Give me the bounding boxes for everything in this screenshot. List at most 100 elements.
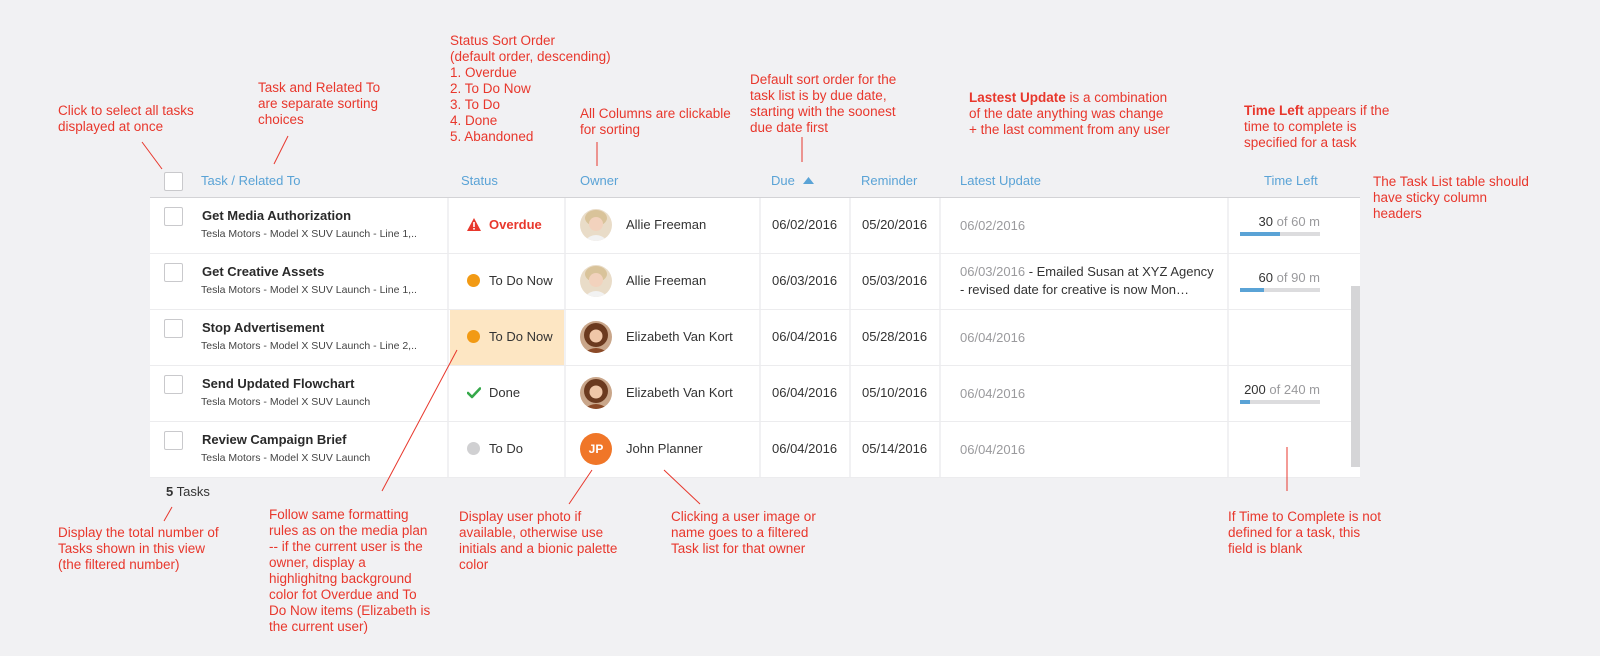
time-left: 200 of 240 m: [1240, 382, 1320, 404]
task-related-to: Tesla Motors - Model X SUV Launch - Line…: [201, 228, 417, 240]
time-used: 200: [1244, 382, 1266, 397]
avatar-initials[interactable]: JP: [580, 433, 612, 465]
reminder-date: 05/14/2016: [862, 441, 928, 456]
avatar-photo: [580, 209, 612, 241]
status-cell: Done: [450, 366, 564, 421]
header-task-related[interactable]: Task / Related To: [201, 173, 300, 188]
latest-update: 06/04/2016: [960, 385, 1218, 403]
annotation-default-sort: Default sort order for the task list is …: [750, 72, 897, 135]
select-all-checkbox[interactable]: [164, 172, 183, 191]
task-title[interactable]: Review Campaign Brief: [202, 432, 347, 447]
owner-name[interactable]: John Planner: [626, 441, 703, 456]
due-date: 06/03/2016: [772, 273, 838, 288]
avatar-photo: [580, 265, 612, 297]
latest-update: 06/04/2016: [960, 329, 1218, 347]
task-title[interactable]: Get Media Authorization: [202, 208, 351, 223]
time-total: of 60 m: [1276, 214, 1320, 229]
annotation-total-count: Display the total number of Tasks shown …: [58, 525, 219, 572]
table-header: Task / Related To Status Owner Due Remin…: [150, 165, 1360, 198]
caret-up-icon: [803, 177, 815, 184]
row-checkbox[interactable]: [164, 431, 183, 450]
orange-dot-icon: [467, 274, 480, 287]
avatar[interactable]: [580, 265, 612, 297]
annotation-user-photo: Display user photo if available, otherwi…: [459, 509, 618, 572]
table-row[interactable]: Send Updated Flowchart Tesla Motors - Mo…: [150, 366, 1360, 422]
orange-dot-icon: [467, 330, 480, 343]
due-date: 06/04/2016: [772, 329, 838, 344]
gray-dot-icon: [467, 442, 480, 455]
time-total: of 240 m: [1269, 382, 1320, 397]
table-row[interactable]: Get Creative Assets Tesla Motors - Model…: [150, 254, 1360, 310]
avatar[interactable]: [580, 377, 612, 409]
row-checkbox[interactable]: [164, 207, 183, 226]
status-label: To Do Now: [489, 273, 553, 288]
task-title[interactable]: Stop Advertisement: [202, 320, 324, 335]
task-title[interactable]: Get Creative Assets: [202, 264, 324, 279]
time-progress-bar: [1240, 232, 1320, 236]
header-status[interactable]: Status: [461, 173, 498, 188]
reminder-date: 05/03/2016: [862, 273, 928, 288]
table-row[interactable]: Get Media Authorization Tesla Motors - M…: [150, 198, 1360, 254]
table-row[interactable]: Stop Advertisement Tesla Motors - Model …: [150, 310, 1360, 366]
warning-icon: [467, 218, 481, 231]
task-count: 5 Tasks: [166, 484, 210, 499]
time-left: 60 of 90 m: [1240, 270, 1320, 292]
task-count-label: Tasks: [173, 484, 210, 499]
annotation-time-left: Time Left appears if the time to complet…: [1244, 103, 1389, 151]
update-date: 06/04/2016: [960, 386, 1026, 401]
time-progress-fill: [1240, 232, 1280, 236]
task-related-to: Tesla Motors - Model X SUV Launch - Line…: [201, 284, 417, 296]
annotation-latest-update: Lastest Update is a combination of the d…: [969, 90, 1170, 138]
task-list-table: Task / Related To Status Owner Due Remin…: [150, 165, 1360, 478]
latest-update: 06/04/2016: [960, 441, 1218, 459]
reminder-date: 05/20/2016: [862, 217, 928, 232]
vertical-scrollbar[interactable]: [1351, 286, 1360, 467]
status-cell: Overdue: [450, 198, 564, 253]
reminder-date: 05/10/2016: [862, 385, 928, 400]
header-reminder[interactable]: Reminder: [861, 173, 917, 188]
time-total: of 90 m: [1276, 270, 1320, 285]
status-cell: To Do: [450, 422, 564, 477]
row-checkbox[interactable]: [164, 375, 183, 394]
annotation-formatting: Follow same formatting rules as on the m…: [269, 507, 431, 634]
header-due[interactable]: Due: [771, 173, 815, 188]
annotation-time-blank: If Time to Complete is not defined for a…: [1228, 509, 1382, 556]
task-related-to: Tesla Motors - Model X SUV Launch - Line…: [201, 340, 417, 352]
latest-update: 06/03/2016 - Emailed Susan at XYZ Agency…: [960, 263, 1218, 299]
status-label: Overdue: [489, 217, 542, 232]
header-owner[interactable]: Owner: [580, 173, 618, 188]
avatar[interactable]: [580, 209, 612, 241]
due-date: 06/04/2016: [772, 441, 838, 456]
row-checkbox[interactable]: [164, 319, 183, 338]
owner-name[interactable]: Allie Freeman: [626, 273, 706, 288]
due-date: 06/02/2016: [772, 217, 838, 232]
annotation-select-all: Click to select all tasks displayed at o…: [58, 103, 194, 134]
task-title[interactable]: Send Updated Flowchart: [202, 376, 354, 391]
owner-name[interactable]: Elizabeth Van Kort: [626, 385, 733, 400]
annotation-task-related: Task and Related To are separate sorting…: [258, 80, 381, 127]
status-cell: To Do Now: [450, 254, 564, 309]
avatar-photo: [580, 321, 612, 353]
status-label: To Do Now: [489, 329, 553, 344]
annotation-time-left-bold: Time Left: [1244, 103, 1304, 118]
update-date: 06/04/2016: [960, 330, 1026, 345]
annotation-all-columns: All Columns are clickable for sorting: [580, 106, 731, 137]
header-due-label: Due: [771, 173, 795, 188]
task-related-to: Tesla Motors - Model X SUV Launch: [201, 396, 371, 408]
row-checkbox[interactable]: [164, 263, 183, 282]
owner-name[interactable]: Allie Freeman: [626, 217, 706, 232]
reminder-date: 05/28/2016: [862, 329, 928, 344]
header-time-left[interactable]: Time Left: [1264, 173, 1318, 188]
time-progress-fill: [1240, 400, 1250, 404]
time-used: 60: [1258, 270, 1274, 285]
avatar[interactable]: [580, 321, 612, 353]
annotation-sticky-headers: The Task List table should have sticky c…: [1373, 174, 1529, 221]
table-body: Get Media Authorization Tesla Motors - M…: [150, 198, 1360, 478]
avatar-photo: [580, 377, 612, 409]
owner-name[interactable]: Elizabeth Van Kort: [626, 329, 733, 344]
update-date: 06/04/2016: [960, 442, 1026, 457]
status-label: To Do: [489, 441, 523, 456]
task-related-to: Tesla Motors - Model X SUV Launch: [201, 452, 371, 464]
header-latest-update[interactable]: Latest Update: [960, 173, 1041, 188]
table-row[interactable]: Review Campaign Brief Tesla Motors - Mod…: [150, 422, 1360, 478]
